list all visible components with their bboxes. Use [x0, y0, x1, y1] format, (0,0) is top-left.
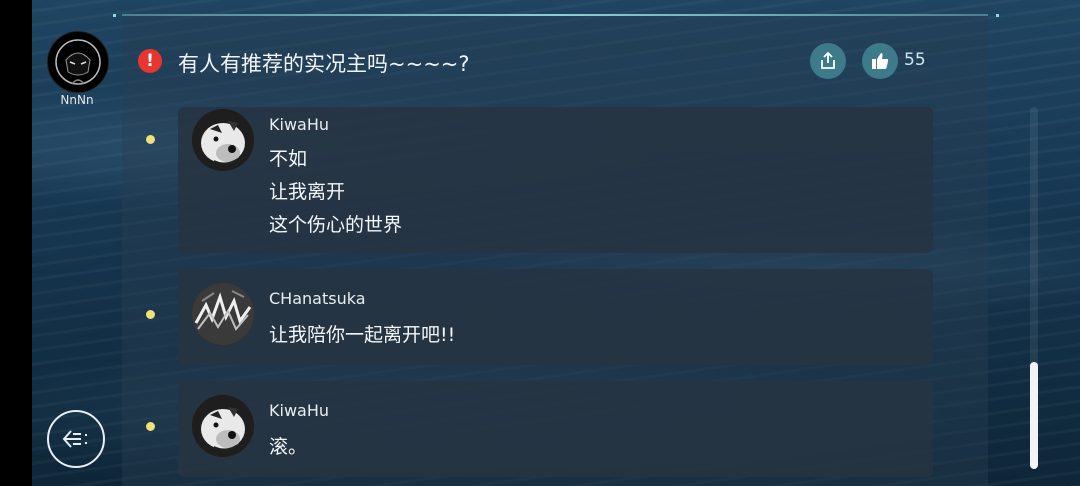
reply-card: CHanatsuka 让我陪你一起离开吧!! [178, 269, 933, 365]
left-edge-strip [0, 0, 32, 486]
reply-bullet [146, 422, 155, 431]
reply-card: KiwaHu 不如 让我离开 这个伤心的世界 [178, 107, 933, 253]
user-avatar[interactable] [47, 31, 109, 93]
panel-top-border [122, 14, 988, 16]
like-button[interactable] [862, 43, 898, 79]
share-icon [821, 51, 835, 69]
user-name: NnNn [60, 93, 94, 107]
reply-line: 这个伤心的世界 [269, 214, 403, 236]
corner-marker [996, 14, 999, 17]
thumbs-up-icon [872, 53, 889, 69]
reply-author[interactable]: KiwaHu [269, 115, 329, 134]
post-title: 有人有推荐的实况主吗~~~~? [178, 52, 470, 76]
reply-author[interactable]: CHanatsuka [269, 289, 366, 308]
reply-line: 滚。 [269, 436, 308, 458]
reply-text: 不如 让我离开 这个伤心的世界 [269, 143, 402, 242]
corner-marker [113, 14, 116, 17]
back-button[interactable] [47, 410, 105, 468]
reply-bullet [146, 310, 155, 319]
reply-text: 让我陪你一起离开吧!! [269, 319, 455, 352]
dog-avatar[interactable] [192, 395, 254, 457]
reply-line: 让我离开 [269, 181, 346, 203]
like-count: 55 [904, 50, 926, 70]
warning-icon[interactable]: ! [138, 49, 162, 73]
reply-text: 滚。 [269, 431, 307, 464]
scrollbar-thumb[interactable] [1030, 362, 1038, 469]
reply-bullet [146, 135, 155, 144]
abstract-avatar[interactable] [192, 283, 254, 345]
share-button[interactable] [810, 43, 846, 79]
reply-line: 让我陪你一起离开吧!! [269, 324, 456, 346]
reply-author[interactable]: KiwaHu [269, 401, 329, 420]
dog-avatar[interactable] [192, 109, 254, 171]
back-arrow-icon [62, 430, 87, 448]
reply-line: 不如 [269, 148, 308, 170]
post-header: ! 有人有推荐的实况主吗~~~~? 55 [122, 30, 988, 94]
reply-card: KiwaHu 滚。 [178, 381, 933, 477]
